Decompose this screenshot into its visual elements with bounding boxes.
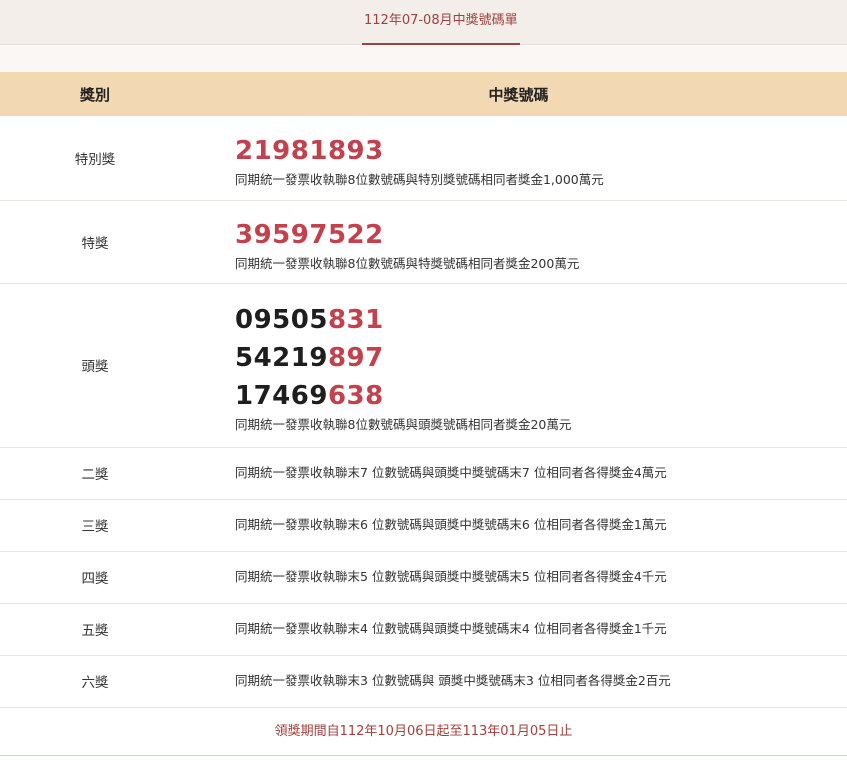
prize-description: 同期統一發票收執聯8位數號碼與特獎號碼相同者獎金200萬元	[235, 255, 580, 271]
header-numbers: 中獎號碼	[190, 72, 847, 116]
number-prefix: 09505	[235, 305, 328, 335]
tab-period[interactable]: 112年07-08月中獎號碼單	[362, 0, 520, 45]
table-row-grand-prize: 特獎 39597522 同期統一發票收執聯8位數號碼與特獎號碼相同者獎金200萬…	[0, 200, 847, 284]
table-row-special-prize: 特別獎 21981893 同期統一發票收執聯8位數號碼與特別獎號碼相同者獎金1,…	[0, 116, 847, 201]
prize-detail: 39597522 同期統一發票收執聯8位數號碼與特獎號碼相同者獎金200萬元	[190, 200, 847, 284]
number-suffix: 21981893	[235, 135, 384, 166]
table-row-fourth-prize: 四獎 同期統一發票收執聯末5 位數號碼與頭獎中獎號碼末5 位相同者各得獎金4千元	[0, 551, 847, 604]
number-suffix: 39597522	[235, 219, 384, 250]
prize-name: 特獎	[0, 200, 190, 284]
winning-number: 17469638	[235, 377, 847, 415]
prize-name: 二獎	[0, 447, 190, 500]
prize-table: 獎別 中獎號碼 特別獎 21981893 同期統一發票收執聯8位數號碼與特別獎號…	[0, 72, 847, 708]
winning-number: 54219897	[235, 339, 847, 377]
prize-name: 四獎	[0, 551, 190, 604]
prize-description: 同期統一發票收執聯末3 位數號碼與 頭獎中獎號碼末3 位相同者各得獎金2百元	[235, 673, 671, 688]
winning-number: 09505831	[235, 301, 847, 339]
winning-number: 21981893	[235, 132, 847, 170]
number-suffix: 638	[327, 381, 384, 411]
table-row-sixth-prize: 六獎 同期統一發票收執聯末3 位數號碼與 頭獎中獎號碼末3 位相同者各得獎金2百…	[0, 655, 847, 708]
number-prefix: 54219	[235, 343, 328, 373]
prize-description: 同期統一發票收執聯末6 位數號碼與頭獎中獎號碼末6 位相同者各得獎金1萬元	[235, 517, 667, 532]
prize-detail: 同期統一發票收執聯末7 位數號碼與頭獎中獎號碼末7 位相同者各得獎金4萬元	[190, 447, 847, 500]
table-row-fifth-prize: 五獎 同期統一發票收執聯末4 位數號碼與頭獎中獎號碼末4 位相同者各得獎金1千元	[0, 603, 847, 656]
prize-name: 六獎	[0, 655, 190, 708]
prize-detail: 同期統一發票收執聯末4 位數號碼與頭獎中獎號碼末4 位相同者各得獎金1千元	[190, 603, 847, 656]
prize-description: 同期統一發票收執聯末5 位數號碼與頭獎中獎號碼末5 位相同者各得獎金4千元	[235, 569, 667, 584]
table-header-row: 獎別 中獎號碼	[0, 72, 847, 116]
table-row-first-prize: 頭獎 09505831 54219897 17469638 同期統一發票收執聯8…	[0, 283, 847, 448]
claim-period-note: 領獎期間自112年10月06日起至113年01月05日止	[0, 708, 847, 756]
table-row-second-prize: 二獎 同期統一發票收執聯末7 位數號碼與頭獎中獎號碼末7 位相同者各得獎金4萬元	[0, 447, 847, 500]
number-suffix: 831	[327, 305, 384, 335]
number-prefix: 17469	[235, 381, 328, 411]
prize-description: 同期統一發票收執聯8位數號碼與特別獎號碼相同者獎金1,000萬元	[235, 171, 604, 187]
spacer	[0, 46, 847, 72]
prize-description: 同期統一發票收執聯8位數號碼與頭獎號碼相同者獎金20萬元	[235, 417, 572, 432]
prize-detail: 21981893 同期統一發票收執聯8位數號碼與特別獎號碼相同者獎金1,000萬…	[190, 116, 847, 201]
prize-description: 同期統一發票收執聯末7 位數號碼與頭獎中獎號碼末7 位相同者各得獎金4萬元	[235, 465, 667, 480]
prize-name: 五獎	[0, 603, 190, 656]
prize-detail: 同期統一發票收執聯末3 位數號碼與 頭獎中獎號碼末3 位相同者各得獎金2百元	[190, 655, 847, 708]
prize-detail: 同期統一發票收執聯末6 位數號碼與頭獎中獎號碼末6 位相同者各得獎金1萬元	[190, 499, 847, 552]
prize-description: 同期統一發票收執聯末4 位數號碼與頭獎中獎號碼末4 位相同者各得獎金1千元	[235, 621, 667, 636]
prize-detail: 同期統一發票收執聯末5 位數號碼與頭獎中獎號碼末5 位相同者各得獎金4千元	[190, 551, 847, 604]
header-category: 獎別	[0, 72, 190, 116]
prize-name: 頭獎	[0, 283, 190, 448]
prize-name: 三獎	[0, 499, 190, 552]
prize-detail: 09505831 54219897 17469638 同期統一發票收執聯8位數號…	[190, 283, 847, 448]
tab-bar: 112年07-08月中獎號碼單	[0, 0, 847, 45]
table-row-third-prize: 三獎 同期統一發票收執聯末6 位數號碼與頭獎中獎號碼末6 位相同者各得獎金1萬元	[0, 499, 847, 552]
winning-number: 39597522	[235, 216, 847, 254]
prize-name: 特別獎	[0, 116, 190, 201]
number-suffix: 897	[327, 343, 384, 373]
